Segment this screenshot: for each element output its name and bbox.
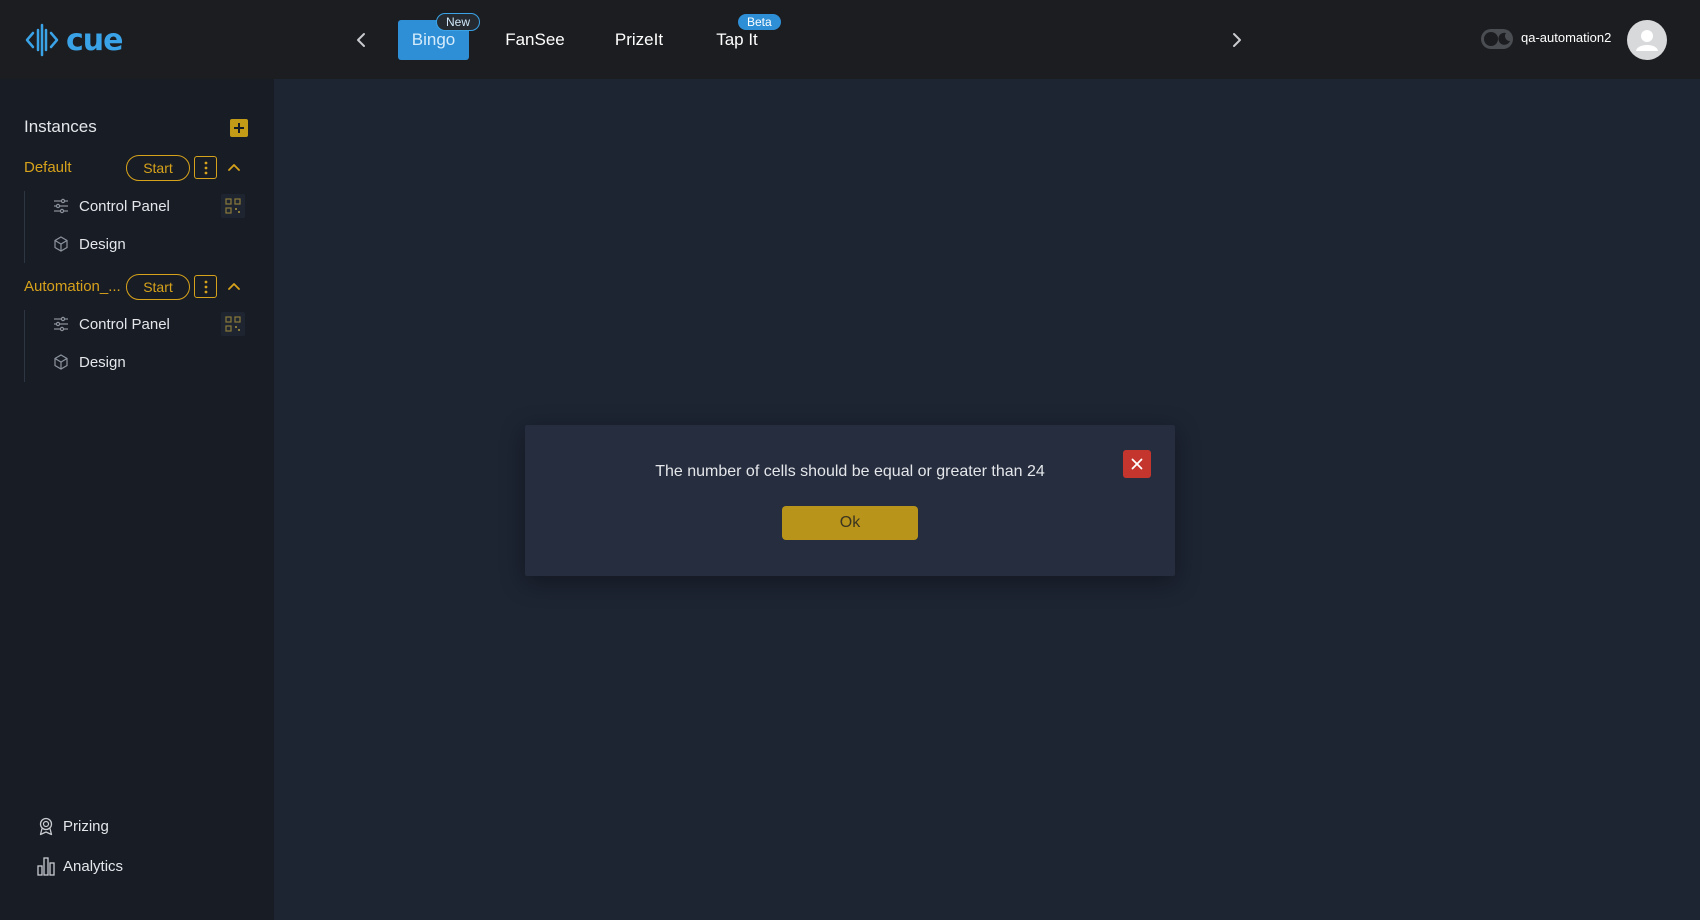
tabs-scroll-right-button[interactable] bbox=[1225, 26, 1249, 54]
ok-label: Ok bbox=[839, 514, 861, 531]
tab-label: Tap It bbox=[716, 30, 758, 49]
tab-label: PrizeIt bbox=[614, 30, 664, 49]
sidebar: Instances Default Start Control Panel De… bbox=[0, 79, 274, 920]
toggle-knob bbox=[1484, 32, 1498, 46]
instances-title: Instances bbox=[24, 117, 97, 136]
logo[interactable]: cue bbox=[24, 22, 123, 58]
sidebar-item-prizing[interactable]: Prizing bbox=[36, 814, 109, 838]
instance-row-default: Default Start bbox=[0, 155, 274, 181]
start-button[interactable]: Start bbox=[126, 155, 190, 181]
collapse-button[interactable] bbox=[226, 278, 242, 294]
user-icon bbox=[1636, 30, 1658, 51]
chevron-up-icon bbox=[228, 283, 240, 290]
instance-name[interactable]: Automation_... bbox=[24, 278, 120, 295]
sidebar-item-design[interactable]: Design bbox=[52, 349, 252, 375]
instance-menu-button[interactable] bbox=[194, 275, 217, 298]
instance-name[interactable]: Default bbox=[24, 159, 120, 176]
add-instance-button[interactable] bbox=[230, 119, 248, 137]
start-button[interactable]: Start bbox=[126, 274, 190, 300]
sidebar-item-label: Design bbox=[79, 353, 126, 371]
tree-line bbox=[24, 310, 25, 382]
sidebar-item-label: Prizing bbox=[63, 817, 109, 835]
tab-prizeit[interactable]: PrizeIt bbox=[609, 20, 669, 60]
theme-toggle[interactable] bbox=[1481, 29, 1513, 49]
tab-fansee[interactable]: FanSee bbox=[500, 20, 570, 60]
close-icon bbox=[1131, 458, 1143, 470]
error-dialog: The number of cells should be equal or g… bbox=[525, 425, 1175, 576]
tree-line bbox=[24, 191, 25, 263]
new-badge: New bbox=[436, 13, 481, 31]
sidebar-item-label: Analytics bbox=[63, 857, 124, 875]
kebab-menu-icon bbox=[204, 280, 207, 293]
avatar[interactable] bbox=[1627, 20, 1667, 60]
username[interactable]: qa-automation2 bbox=[1521, 30, 1611, 45]
sidebar-item-label: Design bbox=[79, 235, 126, 253]
qr-code-icon bbox=[225, 316, 241, 332]
top-bar: cue Bingo New FanSee PrizeIt Tap It Beta… bbox=[0, 0, 1700, 79]
tabs-scroll-left-button[interactable] bbox=[349, 26, 373, 54]
sidebar-item-analytics[interactable]: Analytics bbox=[36, 854, 123, 878]
kebab-menu-icon bbox=[204, 161, 207, 174]
dialog-message: The number of cells should be equal or g… bbox=[655, 463, 1045, 480]
instance-row-automation: Automation_... Start bbox=[0, 274, 274, 300]
tab-label: Bingo bbox=[411, 30, 456, 49]
chevron-right-icon bbox=[1233, 33, 1241, 47]
start-label: Start bbox=[143, 279, 173, 295]
cue-logo-icon bbox=[25, 23, 59, 57]
plus-icon bbox=[234, 123, 244, 133]
moon-icon bbox=[1498, 32, 1510, 45]
ok-button[interactable]: Ok bbox=[782, 506, 918, 540]
qr-code-button[interactable] bbox=[221, 194, 245, 218]
bar-chart-icon bbox=[37, 857, 55, 876]
qr-code-button[interactable] bbox=[221, 312, 245, 336]
qr-code-icon bbox=[225, 198, 241, 214]
award-icon bbox=[39, 817, 53, 836]
chevron-left-icon bbox=[357, 33, 365, 47]
collapse-button[interactable] bbox=[226, 159, 242, 175]
close-button[interactable] bbox=[1123, 450, 1151, 478]
start-label: Start bbox=[143, 160, 173, 176]
sidebar-item-design[interactable]: Design bbox=[52, 231, 252, 257]
instance-menu-button[interactable] bbox=[194, 156, 217, 179]
sidebar-item-label: Control Panel bbox=[79, 315, 170, 333]
logo-text: cue bbox=[66, 22, 123, 58]
chevron-up-icon bbox=[228, 164, 240, 171]
cube-icon bbox=[52, 353, 70, 371]
cube-icon bbox=[52, 235, 70, 253]
tab-label: FanSee bbox=[505, 30, 565, 49]
sidebar-item-label: Control Panel bbox=[79, 197, 170, 215]
sliders-icon bbox=[52, 315, 70, 333]
sliders-icon bbox=[52, 197, 70, 215]
beta-badge: Beta bbox=[737, 13, 782, 31]
